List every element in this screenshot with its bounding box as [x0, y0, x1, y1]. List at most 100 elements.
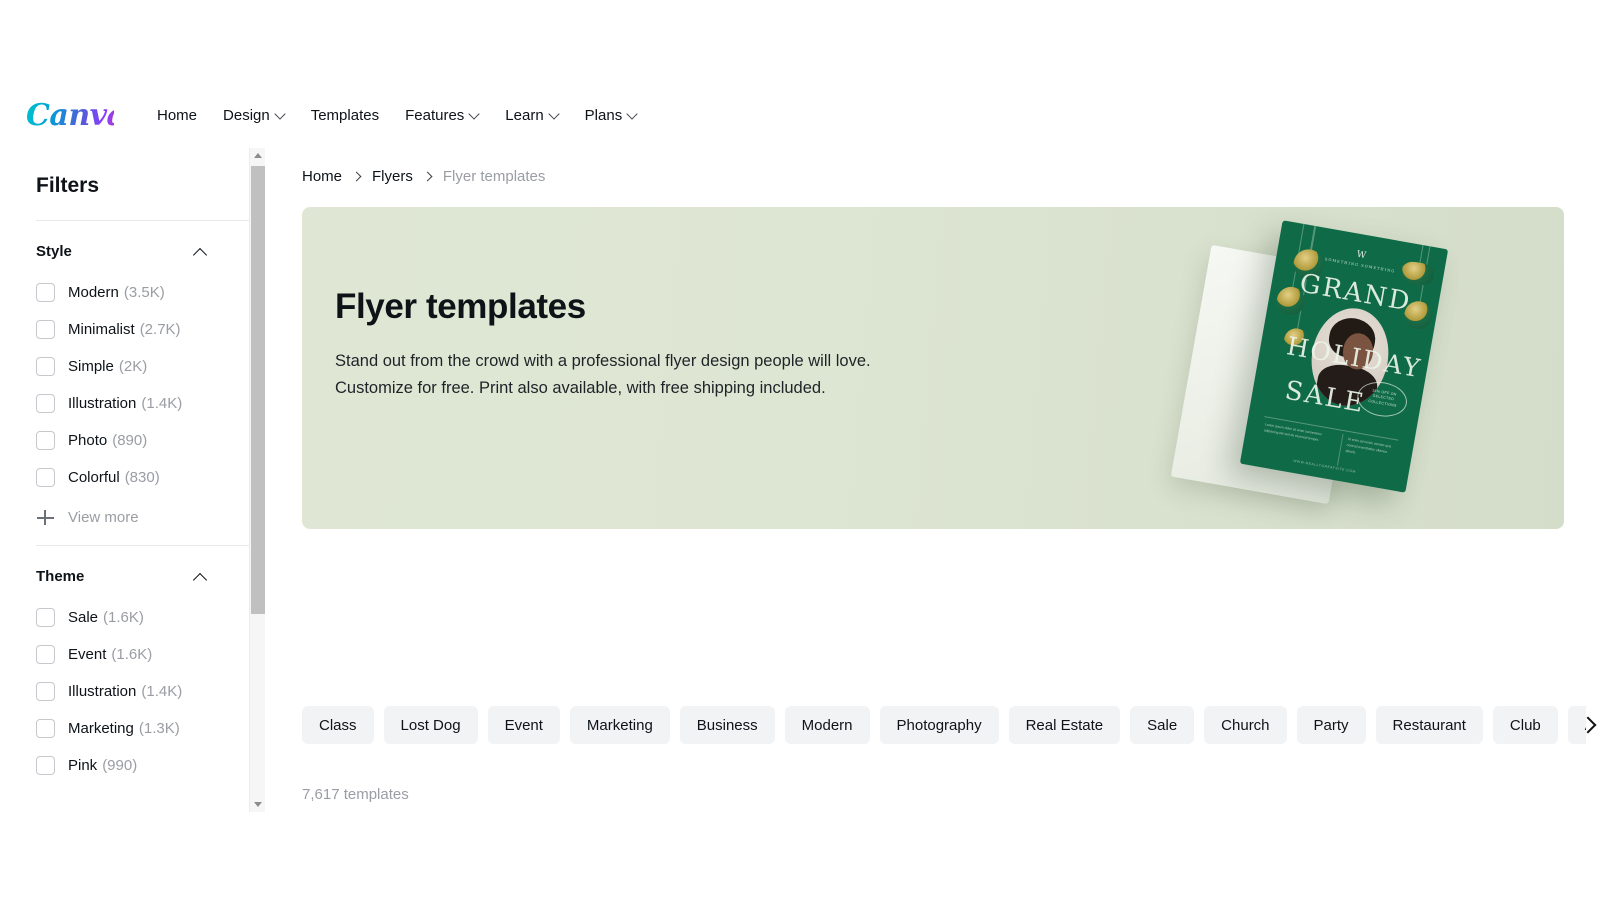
- option-label: Marketing: [68, 720, 134, 737]
- checkbox[interactable]: [36, 320, 55, 339]
- results-count: 7,617 templates: [302, 786, 409, 803]
- checkbox[interactable]: [36, 357, 55, 376]
- breadcrumb-current: Flyer templates: [442, 168, 546, 185]
- chevron-down-icon: [550, 110, 559, 119]
- chips-next-icon[interactable]: [1580, 715, 1598, 735]
- checkbox[interactable]: [36, 431, 55, 450]
- filter-group-title: Theme: [36, 568, 85, 585]
- breadcrumb-home[interactable]: Home: [302, 168, 342, 185]
- filter-option-illustration-theme[interactable]: Illustration (1.4K): [36, 673, 215, 710]
- filter-option-simple[interactable]: Simple (2K): [36, 348, 215, 385]
- nav-label: Home: [157, 106, 198, 124]
- filter-option-illustration[interactable]: Illustration (1.4K): [36, 385, 215, 422]
- option-label: Illustration: [68, 683, 137, 700]
- site-header: Canva Home Design Templates Features Lea…: [0, 85, 1600, 145]
- chip-restaurant[interactable]: Restaurant: [1375, 706, 1483, 744]
- option-count: (2K): [118, 358, 148, 375]
- chip-photography[interactable]: Photography: [879, 706, 999, 744]
- filter-group-theme-header[interactable]: Theme: [36, 546, 215, 599]
- nav-item-plans[interactable]: Plans: [572, 99, 651, 132]
- chip-club[interactable]: Club: [1492, 706, 1558, 744]
- checkbox[interactable]: [36, 394, 55, 413]
- scroll-up-arrow-icon[interactable]: [250, 148, 266, 164]
- chevron-down-icon: [470, 110, 479, 119]
- checkbox[interactable]: [36, 608, 55, 627]
- option-label: Simple: [68, 358, 114, 375]
- scroll-down-arrow-icon[interactable]: [250, 796, 266, 812]
- filter-option-event[interactable]: Event (1.6K): [36, 636, 215, 673]
- option-count: (1.4K): [141, 395, 183, 412]
- option-count: (1.6K): [111, 646, 153, 663]
- canva-logo[interactable]: Canva: [26, 98, 126, 133]
- view-more-label: View more: [68, 509, 139, 526]
- filter-group-style-header[interactable]: Style: [36, 221, 215, 274]
- checkbox[interactable]: [36, 756, 55, 775]
- chip-class[interactable]: Class: [302, 706, 374, 744]
- sidebar-scrollbar[interactable]: [249, 148, 265, 812]
- filter-option-minimalist[interactable]: Minimalist (2.7K): [36, 311, 215, 348]
- nav-label: Plans: [584, 106, 623, 124]
- option-count: (2.7K): [139, 321, 181, 338]
- nav-item-learn[interactable]: Learn: [492, 99, 571, 132]
- scrollbar-thumb[interactable]: [251, 166, 265, 614]
- browser-chrome-bottom: [0, 812, 1600, 900]
- chevron-down-icon: [628, 110, 637, 119]
- divider: [1336, 433, 1344, 466]
- filter-option-modern[interactable]: Modern (3.5K): [36, 274, 215, 311]
- option-count: (1.6K): [103, 609, 144, 626]
- nav-item-templates[interactable]: Templates: [298, 99, 392, 132]
- page-title: Flyer templates: [335, 287, 586, 326]
- checkbox[interactable]: [36, 283, 55, 302]
- hero-subtitle: Stand out from the crowd with a professi…: [335, 352, 871, 397]
- category-chips: Class Lost Dog Event Marketing Business …: [302, 706, 1586, 744]
- option-count: (830): [124, 469, 160, 486]
- filter-option-photo[interactable]: Photo (890): [36, 422, 215, 459]
- option-count: (990): [102, 757, 138, 774]
- view-more-style-button[interactable]: View more: [36, 496, 215, 545]
- chevron-right-icon: [424, 173, 432, 181]
- checkbox[interactable]: [36, 468, 55, 487]
- hero-banner: Flyer templates Stand out from the crowd…: [302, 207, 1564, 529]
- filter-option-sale[interactable]: Sale (1.6K): [36, 599, 215, 636]
- option-label: Colorful: [68, 469, 120, 486]
- chip-sale[interactable]: Sale: [1130, 706, 1195, 744]
- chip-party[interactable]: Party: [1296, 706, 1366, 744]
- breadcrumb-flyers[interactable]: Flyers: [372, 168, 413, 185]
- checkbox[interactable]: [36, 682, 55, 701]
- nav-item-home[interactable]: Home: [144, 99, 210, 132]
- breadcrumb: Home Flyers Flyer templates: [266, 148, 1600, 185]
- chevron-down-icon: [276, 110, 285, 119]
- filter-option-colorful[interactable]: Colorful (830): [36, 459, 215, 496]
- nav-item-design[interactable]: Design: [210, 99, 298, 132]
- chip-event[interactable]: Event: [487, 706, 560, 744]
- option-label: Pink: [68, 757, 98, 774]
- chip-real-estate[interactable]: Real Estate: [1008, 706, 1121, 744]
- option-label: Illustration: [68, 395, 137, 412]
- option-label: Minimalist: [68, 321, 135, 338]
- option-count: (1.3K): [138, 720, 180, 737]
- mockup-column-2: Ut enim ad minim veniam quis nostrud exe…: [1345, 436, 1392, 455]
- option-label: Photo: [68, 432, 108, 449]
- chip-marketing[interactable]: Marketing: [569, 706, 670, 744]
- flyer-mockup-image: W SOMETHING SOMETHING GRAND HOLIDAY SALE…: [1170, 219, 1562, 519]
- checkbox[interactable]: [36, 645, 55, 664]
- option-count: (1.4K): [141, 683, 183, 700]
- chevron-up-icon[interactable]: [193, 247, 209, 257]
- option-label: Modern: [68, 284, 119, 301]
- filter-group-title: Style: [36, 243, 72, 260]
- nav-label: Learn: [505, 106, 544, 124]
- option-label: Sale: [68, 609, 99, 626]
- chevron-up-icon[interactable]: [193, 572, 209, 582]
- canva-templates-page: Canva Home Design Templates Features Lea…: [0, 0, 1600, 900]
- chip-business[interactable]: Business: [679, 706, 775, 744]
- filter-option-marketing[interactable]: Marketing (1.3K): [36, 710, 215, 747]
- chip-lost-dog[interactable]: Lost Dog: [383, 706, 478, 744]
- option-count: (890): [112, 432, 148, 449]
- checkbox[interactable]: [36, 719, 55, 738]
- chip-church[interactable]: Church: [1204, 706, 1287, 744]
- filter-option-pink[interactable]: Pink (990): [36, 747, 215, 784]
- nav-item-features[interactable]: Features: [392, 99, 492, 132]
- chevron-right-icon: [353, 173, 361, 181]
- primary-nav: Home Design Templates Features Learn Pla…: [144, 99, 650, 132]
- chip-modern[interactable]: Modern: [784, 706, 870, 744]
